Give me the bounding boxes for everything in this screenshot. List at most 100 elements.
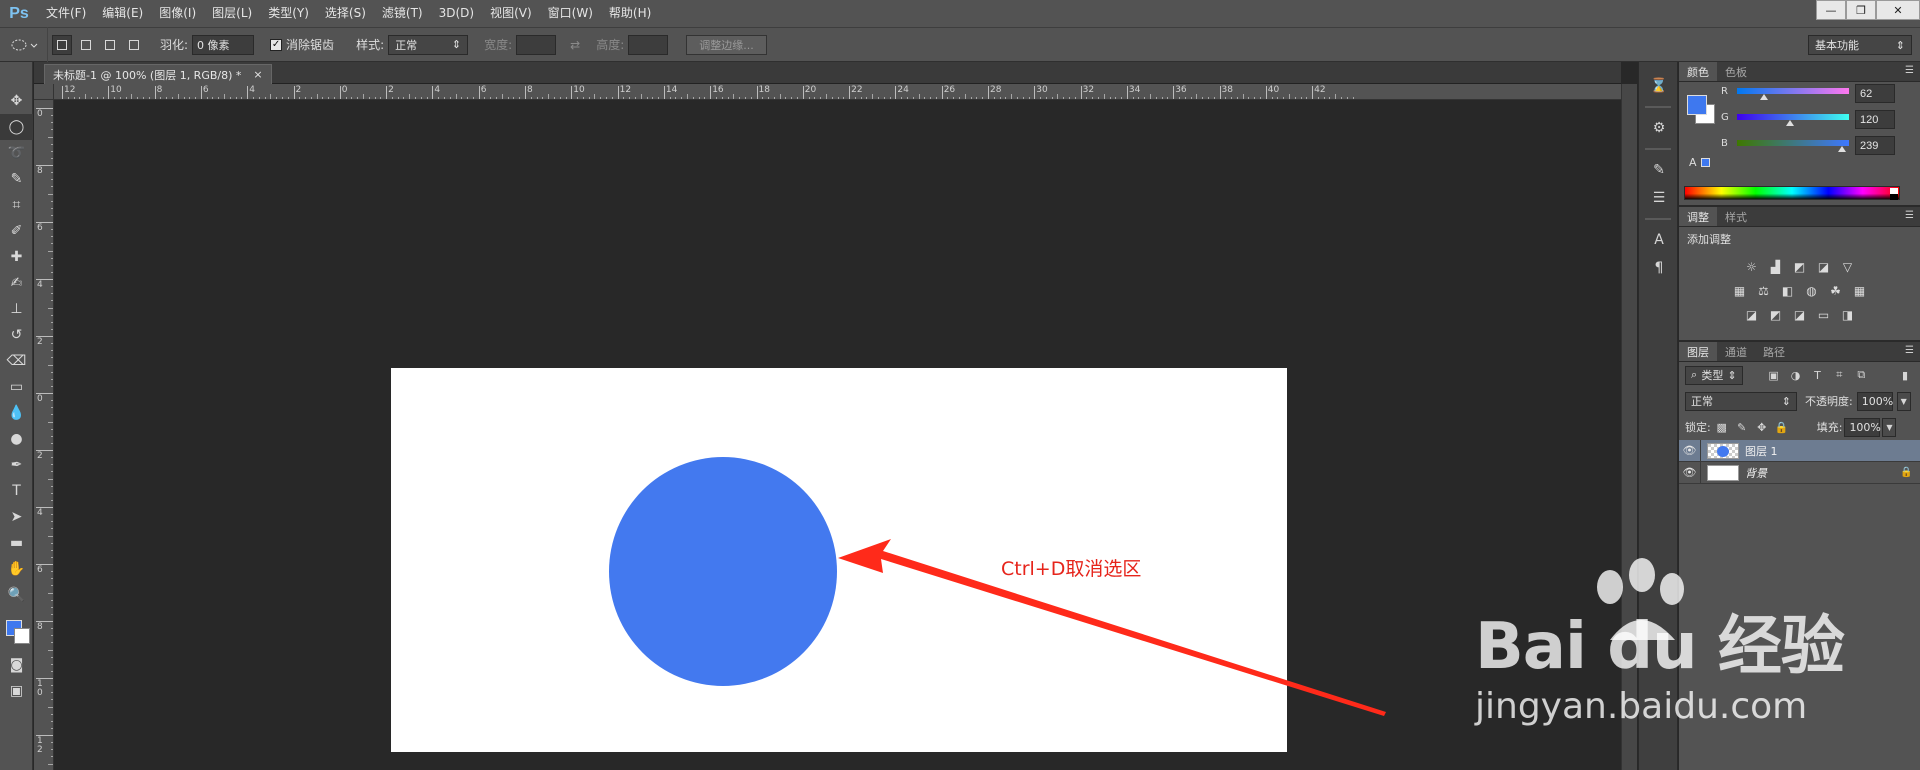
- blue-slider[interactable]: [1737, 140, 1849, 146]
- panel-menu-icon[interactable]: ☰: [1905, 65, 1914, 76]
- lock-image-icon[interactable]: ✎: [1733, 419, 1751, 435]
- eraser-tool-icon[interactable]: ⌫: [0, 348, 33, 374]
- foreground-color-swatch[interactable]: [1687, 95, 1707, 115]
- ruler-origin[interactable]: [34, 84, 54, 100]
- panel-menu-icon[interactable]: ☰: [1905, 345, 1914, 356]
- blur-tool-icon[interactable]: 💧: [0, 400, 33, 426]
- dodge-tool-icon[interactable]: ●: [0, 426, 33, 452]
- marquee-tool-icon[interactable]: ◯: [0, 114, 33, 140]
- properties-panel-icon[interactable]: ⚙: [1639, 114, 1679, 142]
- path-select-tool-icon[interactable]: ➤: [0, 504, 33, 530]
- lock-all-icon[interactable]: 🔒: [1773, 419, 1791, 435]
- opacity-dropdown-icon[interactable]: ▼: [1896, 391, 1911, 411]
- height-input[interactable]: [628, 34, 669, 55]
- new-selection-icon[interactable]: [52, 34, 72, 55]
- filter-toggle-icon[interactable]: ▮: [1896, 367, 1914, 383]
- width-input[interactable]: [516, 34, 557, 55]
- hue-saturation-icon[interactable]: ▦: [1731, 283, 1749, 299]
- fill-input[interactable]: 100%: [1844, 417, 1881, 437]
- workspace-select[interactable]: 基本功能 ⇕: [1808, 35, 1912, 55]
- gradient-tool-icon[interactable]: ▭: [0, 374, 33, 400]
- red-value-input[interactable]: [1855, 84, 1895, 103]
- tab-adjustments[interactable]: 调整: [1679, 207, 1717, 226]
- ruler-top[interactable]: 12 10 8 6 4 2 0 2 4 6 8 10 12 14 16 18 20 22 24 26 28 30 32 34 3…: [54, 84, 1621, 100]
- gradient-map-icon[interactable]: ▭: [1815, 307, 1833, 323]
- paragraph-panel-icon[interactable]: ¶: [1639, 254, 1679, 282]
- filter-pixel-icon[interactable]: ▣: [1765, 367, 1783, 383]
- move-tool-icon[interactable]: ✥: [0, 88, 33, 114]
- tab-paths[interactable]: 路径: [1755, 342, 1793, 361]
- green-slider-thumb[interactable]: [1785, 120, 1794, 126]
- menu-type[interactable]: 类型(Y): [260, 0, 317, 27]
- lock-transparent-icon[interactable]: ▩: [1713, 419, 1731, 435]
- quick-select-tool-icon[interactable]: ✎: [0, 166, 33, 192]
- layer-name[interactable]: 背景: [1745, 465, 1900, 481]
- blue-value-input[interactable]: [1855, 136, 1895, 155]
- menu-edit[interactable]: 编辑(E): [94, 0, 151, 27]
- tab-color[interactable]: 颜色: [1679, 62, 1717, 81]
- vibrance-icon[interactable]: ▽: [1839, 259, 1857, 275]
- tool-preset-picker[interactable]: [0, 27, 48, 62]
- brush-presets-icon[interactable]: ☰: [1639, 184, 1679, 212]
- tab-styles[interactable]: 样式: [1717, 207, 1755, 226]
- photo-filter-icon[interactable]: ◍: [1803, 283, 1821, 299]
- selective-color-icon[interactable]: ◨: [1839, 307, 1857, 323]
- exposure-icon[interactable]: ◪: [1815, 259, 1833, 275]
- filter-type-icon[interactable]: T: [1808, 367, 1826, 383]
- color-balance-icon[interactable]: ⚖: [1755, 283, 1773, 299]
- image-canvas[interactable]: Ctrl+D取消选区: [391, 368, 1287, 752]
- threshold-icon[interactable]: ◪: [1791, 307, 1809, 323]
- layer-item[interactable]: 👁 背景 🔒: [1679, 461, 1920, 484]
- brush-tool-icon[interactable]: ✍: [0, 270, 33, 296]
- brush-panel-icon[interactable]: ✎: [1639, 156, 1679, 184]
- opacity-input[interactable]: 100%: [1856, 391, 1893, 411]
- levels-icon[interactable]: ▟: [1767, 259, 1785, 275]
- restore-button[interactable]: ❐: [1846, 0, 1876, 20]
- lasso-tool-icon[interactable]: ➰: [0, 140, 33, 166]
- refine-edge-button[interactable]: 调整边缘...: [686, 34, 767, 55]
- blend-mode-select[interactable]: 正常 ⇕: [1685, 391, 1797, 411]
- eye-icon[interactable]: 👁: [1679, 461, 1701, 484]
- channel-mixer-icon[interactable]: ☘: [1827, 283, 1845, 299]
- panel-menu-icon[interactable]: ☰: [1905, 210, 1914, 221]
- swap-icon[interactable]: ⇄: [570, 38, 580, 52]
- document-vertical-scrollbar[interactable]: [1621, 84, 1637, 770]
- tab-swatches[interactable]: 色板: [1717, 62, 1755, 81]
- brightness-icon[interactable]: ☼: [1743, 259, 1761, 275]
- history-panel-icon[interactable]: ⌛: [1639, 72, 1679, 100]
- color-lookup-icon[interactable]: ▦: [1851, 283, 1869, 299]
- crop-tool-icon[interactable]: ⌗: [0, 192, 33, 218]
- black-white-swatch[interactable]: [1890, 188, 1898, 200]
- red-slider-thumb[interactable]: [1760, 94, 1769, 100]
- document-tab[interactable]: 未标题-1 @ 100% (图层 1, RGB/8) * ×: [44, 64, 272, 84]
- menu-image[interactable]: 图像(I): [151, 0, 204, 27]
- shape-tool-icon[interactable]: ▬: [0, 530, 33, 556]
- minimize-button[interactable]: —: [1816, 0, 1846, 20]
- color-swatches[interactable]: [0, 608, 32, 652]
- green-value-input[interactable]: [1855, 110, 1895, 129]
- menu-layer[interactable]: 图层(L): [204, 0, 260, 27]
- posterize-icon[interactable]: ◩: [1767, 307, 1785, 323]
- lock-position-icon[interactable]: ✥: [1753, 419, 1771, 435]
- clone-stamp-tool-icon[interactable]: ⊥: [0, 296, 33, 322]
- blue-slider-thumb[interactable]: [1837, 146, 1846, 152]
- menu-select[interactable]: 选择(S): [317, 0, 374, 27]
- layer-item[interactable]: 👁 图层 1: [1679, 439, 1920, 462]
- zoom-tool-icon[interactable]: 🔍: [0, 582, 33, 608]
- tab-channels[interactable]: 通道: [1717, 342, 1755, 361]
- red-slider[interactable]: [1737, 88, 1849, 94]
- layer-name[interactable]: 图层 1: [1745, 443, 1900, 459]
- close-icon[interactable]: ×: [253, 68, 262, 81]
- history-brush-tool-icon[interactable]: ↺: [0, 322, 33, 348]
- filter-shape-icon[interactable]: ⌗: [1830, 367, 1848, 383]
- hand-tool-icon[interactable]: ✋: [0, 556, 33, 582]
- eyedropper-tool-icon[interactable]: ✐: [0, 218, 33, 244]
- quick-mask-icon[interactable]: ◙: [0, 652, 33, 678]
- type-tool-icon[interactable]: T: [0, 478, 33, 504]
- filter-adjustment-icon[interactable]: ◑: [1787, 367, 1805, 383]
- pen-tool-icon[interactable]: ✒: [0, 452, 33, 478]
- fill-dropdown-icon[interactable]: ▼: [1882, 417, 1897, 437]
- style-select[interactable]: 正常 ⇕: [388, 34, 469, 55]
- add-to-selection-icon[interactable]: [76, 35, 96, 55]
- menu-file[interactable]: 文件(F): [38, 0, 94, 27]
